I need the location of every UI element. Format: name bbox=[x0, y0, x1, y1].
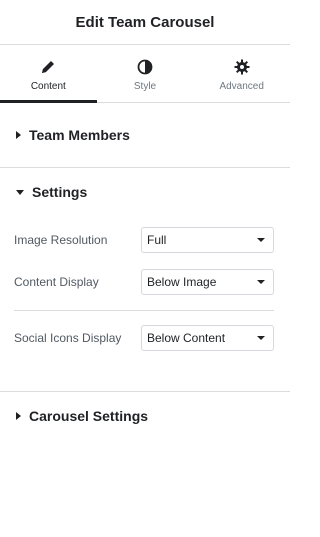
caret-right-icon bbox=[16, 412, 21, 420]
settings-body: Image Resolution Full Content Display Be… bbox=[0, 216, 290, 352]
section-settings[interactable]: Settings bbox=[0, 168, 290, 216]
content-display-label: Content Display bbox=[14, 275, 99, 289]
chevron-down-icon bbox=[257, 238, 265, 242]
section-team-members-label: Team Members bbox=[29, 127, 130, 143]
image-resolution-label: Image Resolution bbox=[14, 233, 108, 247]
social-icons-display-label: Social Icons Display bbox=[14, 331, 122, 345]
content-display-value: Below Image bbox=[147, 275, 217, 289]
social-icons-display-row: Social Icons Display Below Content bbox=[0, 324, 290, 352]
tab-bar: Content Style Advanced bbox=[0, 45, 290, 103]
section-team-members[interactable]: Team Members bbox=[0, 103, 290, 168]
image-resolution-select[interactable]: Full bbox=[141, 227, 274, 253]
caret-right-icon bbox=[16, 131, 21, 139]
content-display-select[interactable]: Below Image bbox=[141, 269, 274, 295]
tab-content[interactable]: Content bbox=[0, 45, 97, 103]
pencil-icon bbox=[42, 61, 55, 73]
tab-style[interactable]: Style bbox=[97, 45, 194, 102]
tab-advanced-label: Advanced bbox=[219, 81, 264, 92]
social-icons-display-select[interactable]: Below Content bbox=[141, 325, 274, 351]
contrast-icon bbox=[137, 59, 153, 75]
section-carousel-settings-label: Carousel Settings bbox=[29, 408, 149, 424]
social-icons-display-value: Below Content bbox=[147, 331, 226, 345]
chevron-down-icon bbox=[257, 336, 265, 340]
tab-content-label: Content bbox=[30, 81, 66, 92]
content-display-row: Content Display Below Image bbox=[0, 268, 290, 296]
caret-down-icon bbox=[16, 189, 24, 195]
section-carousel-settings[interactable]: Carousel Settings bbox=[0, 392, 290, 440]
gear-icon bbox=[234, 59, 250, 75]
image-resolution-value: Full bbox=[147, 233, 167, 247]
tab-style-label: Style bbox=[133, 81, 157, 92]
chevron-down-icon bbox=[257, 280, 265, 284]
tab-advanced[interactable]: Advanced bbox=[193, 45, 290, 102]
image-resolution-row: Image Resolution Full bbox=[0, 226, 290, 254]
page-title: Edit Team Carousel bbox=[75, 13, 215, 31]
panel-header: Edit Team Carousel bbox=[0, 0, 290, 45]
section-settings-label: Settings bbox=[32, 184, 88, 200]
